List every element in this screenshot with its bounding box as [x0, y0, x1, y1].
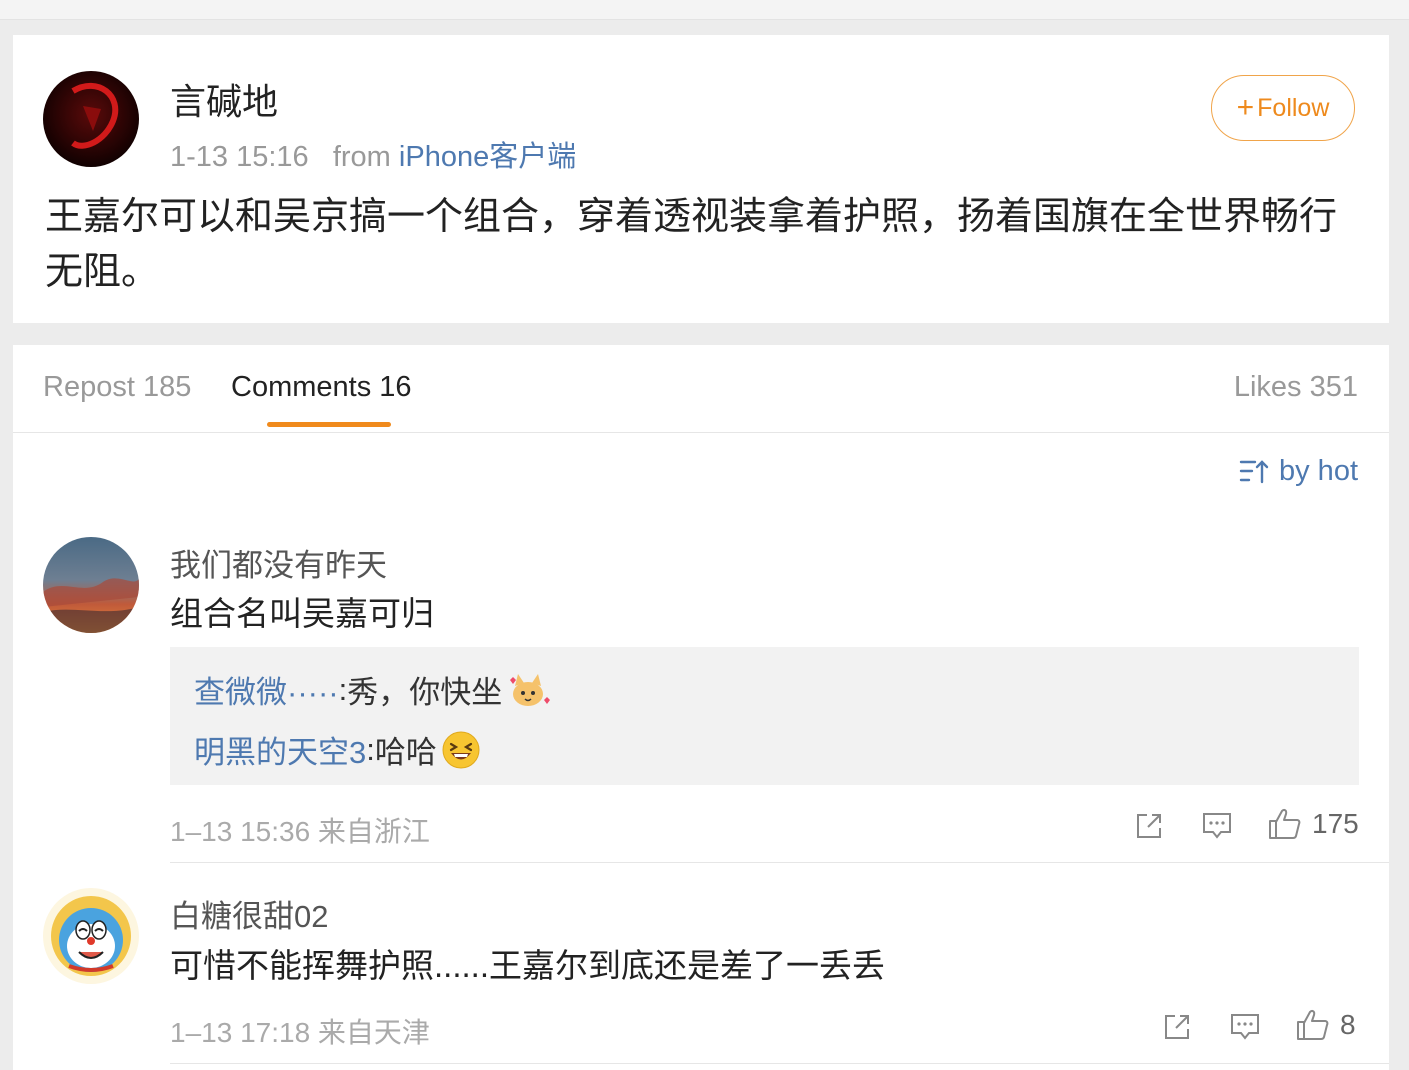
active-tab-indicator: [267, 422, 391, 427]
comment-divider: [170, 862, 1389, 863]
commenter-name[interactable]: 白糖很甜02: [170, 891, 328, 936]
follow-button[interactable]: + Follow: [1211, 75, 1355, 141]
reply-separator: :: [366, 731, 375, 767]
tab-repost[interactable]: Repost 185: [43, 371, 191, 404]
like-button[interactable]: 8: [1296, 1009, 1356, 1041]
post-time: 1-13 15:16: [170, 141, 309, 173]
reply-text: 秀，你快坐: [347, 675, 503, 710]
reply-text: 哈哈: [374, 735, 437, 770]
plus-icon: +: [1236, 91, 1255, 124]
comment-text: 可惜不能挥舞护照......王嘉尔到底还是差了一丢丢: [170, 947, 886, 984]
reply-item: 明黑的天空3 : 哈哈: [194, 727, 481, 772]
commenter-avatar[interactable]: [43, 888, 139, 984]
post-from: from: [332, 141, 391, 173]
laughing-emoji: [442, 731, 480, 768]
author-name[interactable]: 言碱地: [170, 73, 278, 125]
post-text: 王嘉尔可以和吴京搞一个组合，穿着透视装拿着护照，扬着国旗在全世界畅行无阻。: [45, 196, 1338, 293]
reply-author[interactable]: 明黑的天空3: [194, 727, 366, 772]
comment-time: 1–13 17:18 来自天津: [170, 1017, 430, 1048]
share-icon[interactable]: [1134, 811, 1164, 841]
tab-bar: Repost 185 Comments 16 Likes 351: [13, 345, 1389, 433]
share-icon[interactable]: [1162, 1012, 1192, 1042]
thumbs-up-icon: [1269, 809, 1301, 839]
comment-icon[interactable]: [1229, 1012, 1261, 1042]
reply-author[interactable]: 查微微·····: [194, 667, 339, 712]
top-bar: [0, 0, 1409, 20]
cat-hearts-emoji: [510, 673, 551, 706]
sort-button[interactable]: by hot: [1239, 455, 1358, 488]
post-meta: 1-13 15:16 from iPhone客户端: [170, 133, 576, 175]
sort-label: by hot: [1279, 455, 1358, 487]
post-card: 言碱地 1-13 15:16 from iPhone客户端 + Follow 王…: [13, 35, 1389, 323]
like-count: 175: [1312, 808, 1359, 839]
tab-likes[interactable]: Likes 351: [1234, 371, 1358, 404]
reply-separator: :: [338, 671, 348, 707]
like-button[interactable]: 175: [1268, 808, 1359, 840]
comment-divider: [170, 1063, 1389, 1064]
comment-text: 组合名叫吴嘉可归: [170, 595, 434, 632]
author-avatar[interactable]: [43, 71, 139, 167]
commenter-name[interactable]: 我们都没有昨天: [170, 540, 387, 585]
post-source[interactable]: iPhone客户端: [399, 141, 576, 173]
comment-time: 1–13 15:36 来自浙江: [170, 816, 430, 847]
like-count: 8: [1340, 1009, 1356, 1040]
sort-icon: [1239, 459, 1269, 483]
follow-label: Follow: [1257, 93, 1330, 122]
reply-box[interactable]: 查微微····· : 秀，你快坐 明黑的天空3 : 哈哈: [170, 647, 1359, 785]
comments-card: Repost 185 Comments 16 Likes 351 by hot: [13, 345, 1389, 1070]
commenter-avatar[interactable]: [43, 537, 139, 633]
reply-item: 查微微····· : 秀，你快坐: [194, 667, 551, 712]
comment-icon[interactable]: [1201, 811, 1233, 841]
thumbs-up-icon: [1297, 1010, 1329, 1040]
tab-comments[interactable]: Comments 16: [231, 371, 412, 404]
